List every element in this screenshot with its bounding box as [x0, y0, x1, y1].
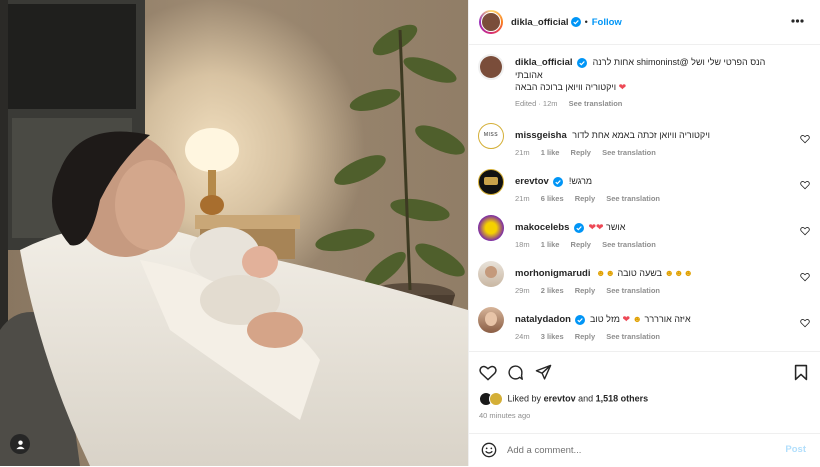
likes-summary: Liked by erevtov and 1,518 others — [479, 392, 810, 406]
comment-row: erevtov מרגש! 21m 6 likes Reply See tran… — [478, 169, 810, 209]
verified-badge-icon — [570, 17, 581, 27]
comment-username[interactable]: makocelebs — [515, 222, 569, 233]
post-photo[interactable] — [0, 0, 468, 466]
liked-by-prefix: Liked by — [507, 393, 542, 404]
like-heart-icon[interactable] — [479, 364, 497, 381]
heart-emoji-icon: ❤ — [618, 82, 627, 92]
comment-avatar[interactable] — [478, 261, 504, 287]
comment-time: 24m — [515, 332, 530, 341]
share-paper-plane-icon[interactable] — [535, 364, 552, 381]
comment-username[interactable]: natalydadon — [515, 314, 571, 325]
comment-avatar[interactable] — [478, 215, 504, 241]
like-comment-heart-icon[interactable] — [800, 318, 810, 328]
comment-row: natalydadon מזל טוב ❤ ☻ איזה אורררר 24m … — [478, 307, 810, 347]
more-options-icon[interactable] — [791, 19, 804, 23]
comments-list[interactable]: dikla_official הנס הפרטי שלי ושל @shimon… — [469, 45, 820, 350]
author-username[interactable]: dikla_official — [511, 17, 569, 28]
add-comment-bar: Post — [469, 433, 820, 467]
reply-button[interactable]: Reply — [571, 148, 591, 157]
comment-likes[interactable]: 1 like — [541, 148, 560, 157]
see-translation-button[interactable]: See translation — [606, 286, 660, 295]
verified-badge-icon — [577, 57, 588, 68]
comment-row: makocelebs ❤❤ אושר 18m 1 like Reply See … — [478, 215, 810, 255]
caption-see-translation[interactable]: See translation — [569, 99, 623, 108]
caption-text-line2: אהובתי — [515, 70, 543, 80]
post-caption: dikla_official הנס הפרטי שלי ושל @shimon… — [478, 54, 810, 124]
like-comment-heart-icon[interactable] — [800, 134, 810, 144]
instagram-post-view: dikla_official • Follow dikla_official ה… — [0, 0, 820, 466]
caption-text-line3: ויקטוריה וויואן ברוכה הבאה — [515, 82, 617, 92]
comment-text: בשעה טובה — [617, 268, 662, 278]
caption-avatar[interactable] — [478, 54, 504, 80]
comment-row: MISS missgeisha ויקטוריה וויואן זכתה באמ… — [478, 123, 810, 163]
comment-text: אושר — [606, 222, 626, 232]
post-comment-button[interactable]: Post — [785, 444, 806, 455]
heart-eyes-emoji-icon: ☻☻ — [596, 268, 615, 278]
liked-by-avatars — [479, 392, 505, 406]
reply-button[interactable]: Reply — [575, 286, 595, 295]
heart-eyes-emoji-icon: ☻ — [632, 314, 643, 324]
liked-by-user[interactable]: erevtov — [544, 393, 576, 403]
heart-emoji-icon: ❤ — [588, 222, 596, 232]
comment-text: ויקטוריה וויואן זכתה באמא אחת לדור — [572, 130, 710, 140]
follow-button[interactable]: Follow — [592, 17, 622, 28]
save-bookmark-icon[interactable] — [794, 364, 808, 381]
caption-edited-time: Edited · 12m — [515, 99, 558, 108]
reply-button[interactable]: Reply — [571, 240, 591, 249]
comment-time: 29m — [515, 286, 530, 295]
comment-likes[interactable]: 3 likes — [541, 332, 564, 341]
comment-text: מרגש! — [568, 176, 593, 186]
comment-likes[interactable]: 1 like — [541, 240, 560, 249]
reply-button[interactable]: Reply — [575, 332, 595, 341]
comment-row: morhonigmarudi ☻☻ בשעה טובה ☻☻☻ 29m 2 li… — [478, 261, 810, 301]
comment-avatar[interactable]: MISS — [478, 123, 504, 149]
comment-text: איזה אורררר — [644, 314, 691, 324]
post-header: dikla_official • Follow — [469, 0, 820, 45]
comment-likes[interactable]: 6 likes — [541, 194, 564, 203]
like-comment-heart-icon[interactable] — [800, 226, 810, 236]
emoji-icon[interactable] — [481, 442, 497, 458]
liked-by-and: and — [578, 393, 594, 404]
see-translation-button[interactable]: See translation — [606, 194, 660, 203]
add-comment-input[interactable] — [507, 442, 767, 458]
comment-time: 21m — [515, 194, 530, 203]
tagged-user-icon[interactable] — [10, 434, 30, 454]
verified-badge-icon — [553, 176, 564, 187]
verified-badge-icon — [573, 222, 584, 233]
heart-eyes-emoji-icon: ☻☻☻ — [664, 268, 693, 278]
like-comment-heart-icon[interactable] — [800, 272, 810, 282]
comment-bubble-icon[interactable] — [507, 364, 524, 381]
comment-likes[interactable]: 2 likes — [541, 286, 564, 295]
comment-text-secondary: מזל טוב — [589, 314, 620, 324]
heart-emoji-icon: ❤ — [595, 222, 604, 232]
comment-username[interactable]: missgeisha — [515, 130, 567, 141]
reply-button[interactable]: Reply — [575, 194, 595, 203]
post-actions — [469, 360, 820, 386]
post-sidebar: dikla_official • Follow dikla_official ה… — [468, 0, 820, 466]
see-translation-button[interactable]: See translation — [602, 240, 656, 249]
see-translation-button[interactable]: See translation — [602, 148, 656, 157]
comment-username[interactable]: erevtov — [515, 176, 549, 187]
heart-emoji-icon: ❤ — [622, 314, 631, 324]
divider — [469, 351, 820, 352]
like-comment-heart-icon[interactable] — [800, 180, 810, 190]
comment-avatar[interactable] — [478, 307, 504, 333]
caption-username[interactable]: dikla_official — [515, 57, 573, 68]
comment-username[interactable]: morhonigmarudi — [515, 268, 590, 279]
liked-by-count[interactable]: 1,518 others — [596, 393, 649, 403]
author-avatar[interactable] — [479, 10, 503, 34]
see-translation-button[interactable]: See translation — [606, 332, 660, 341]
verified-badge-icon — [575, 314, 586, 325]
caption-text-line1: הנס הפרטי שלי ושל @shimoninst אחות לרנה — [592, 57, 766, 67]
comment-avatar[interactable] — [478, 169, 504, 195]
photo-illustration — [0, 0, 468, 466]
separator-dot: • — [584, 17, 588, 27]
person-icon — [15, 439, 25, 449]
comment-time: 18m — [515, 240, 530, 249]
post-timestamp[interactable]: 40 minutes ago — [479, 411, 530, 420]
comment-time: 21m — [515, 148, 530, 157]
